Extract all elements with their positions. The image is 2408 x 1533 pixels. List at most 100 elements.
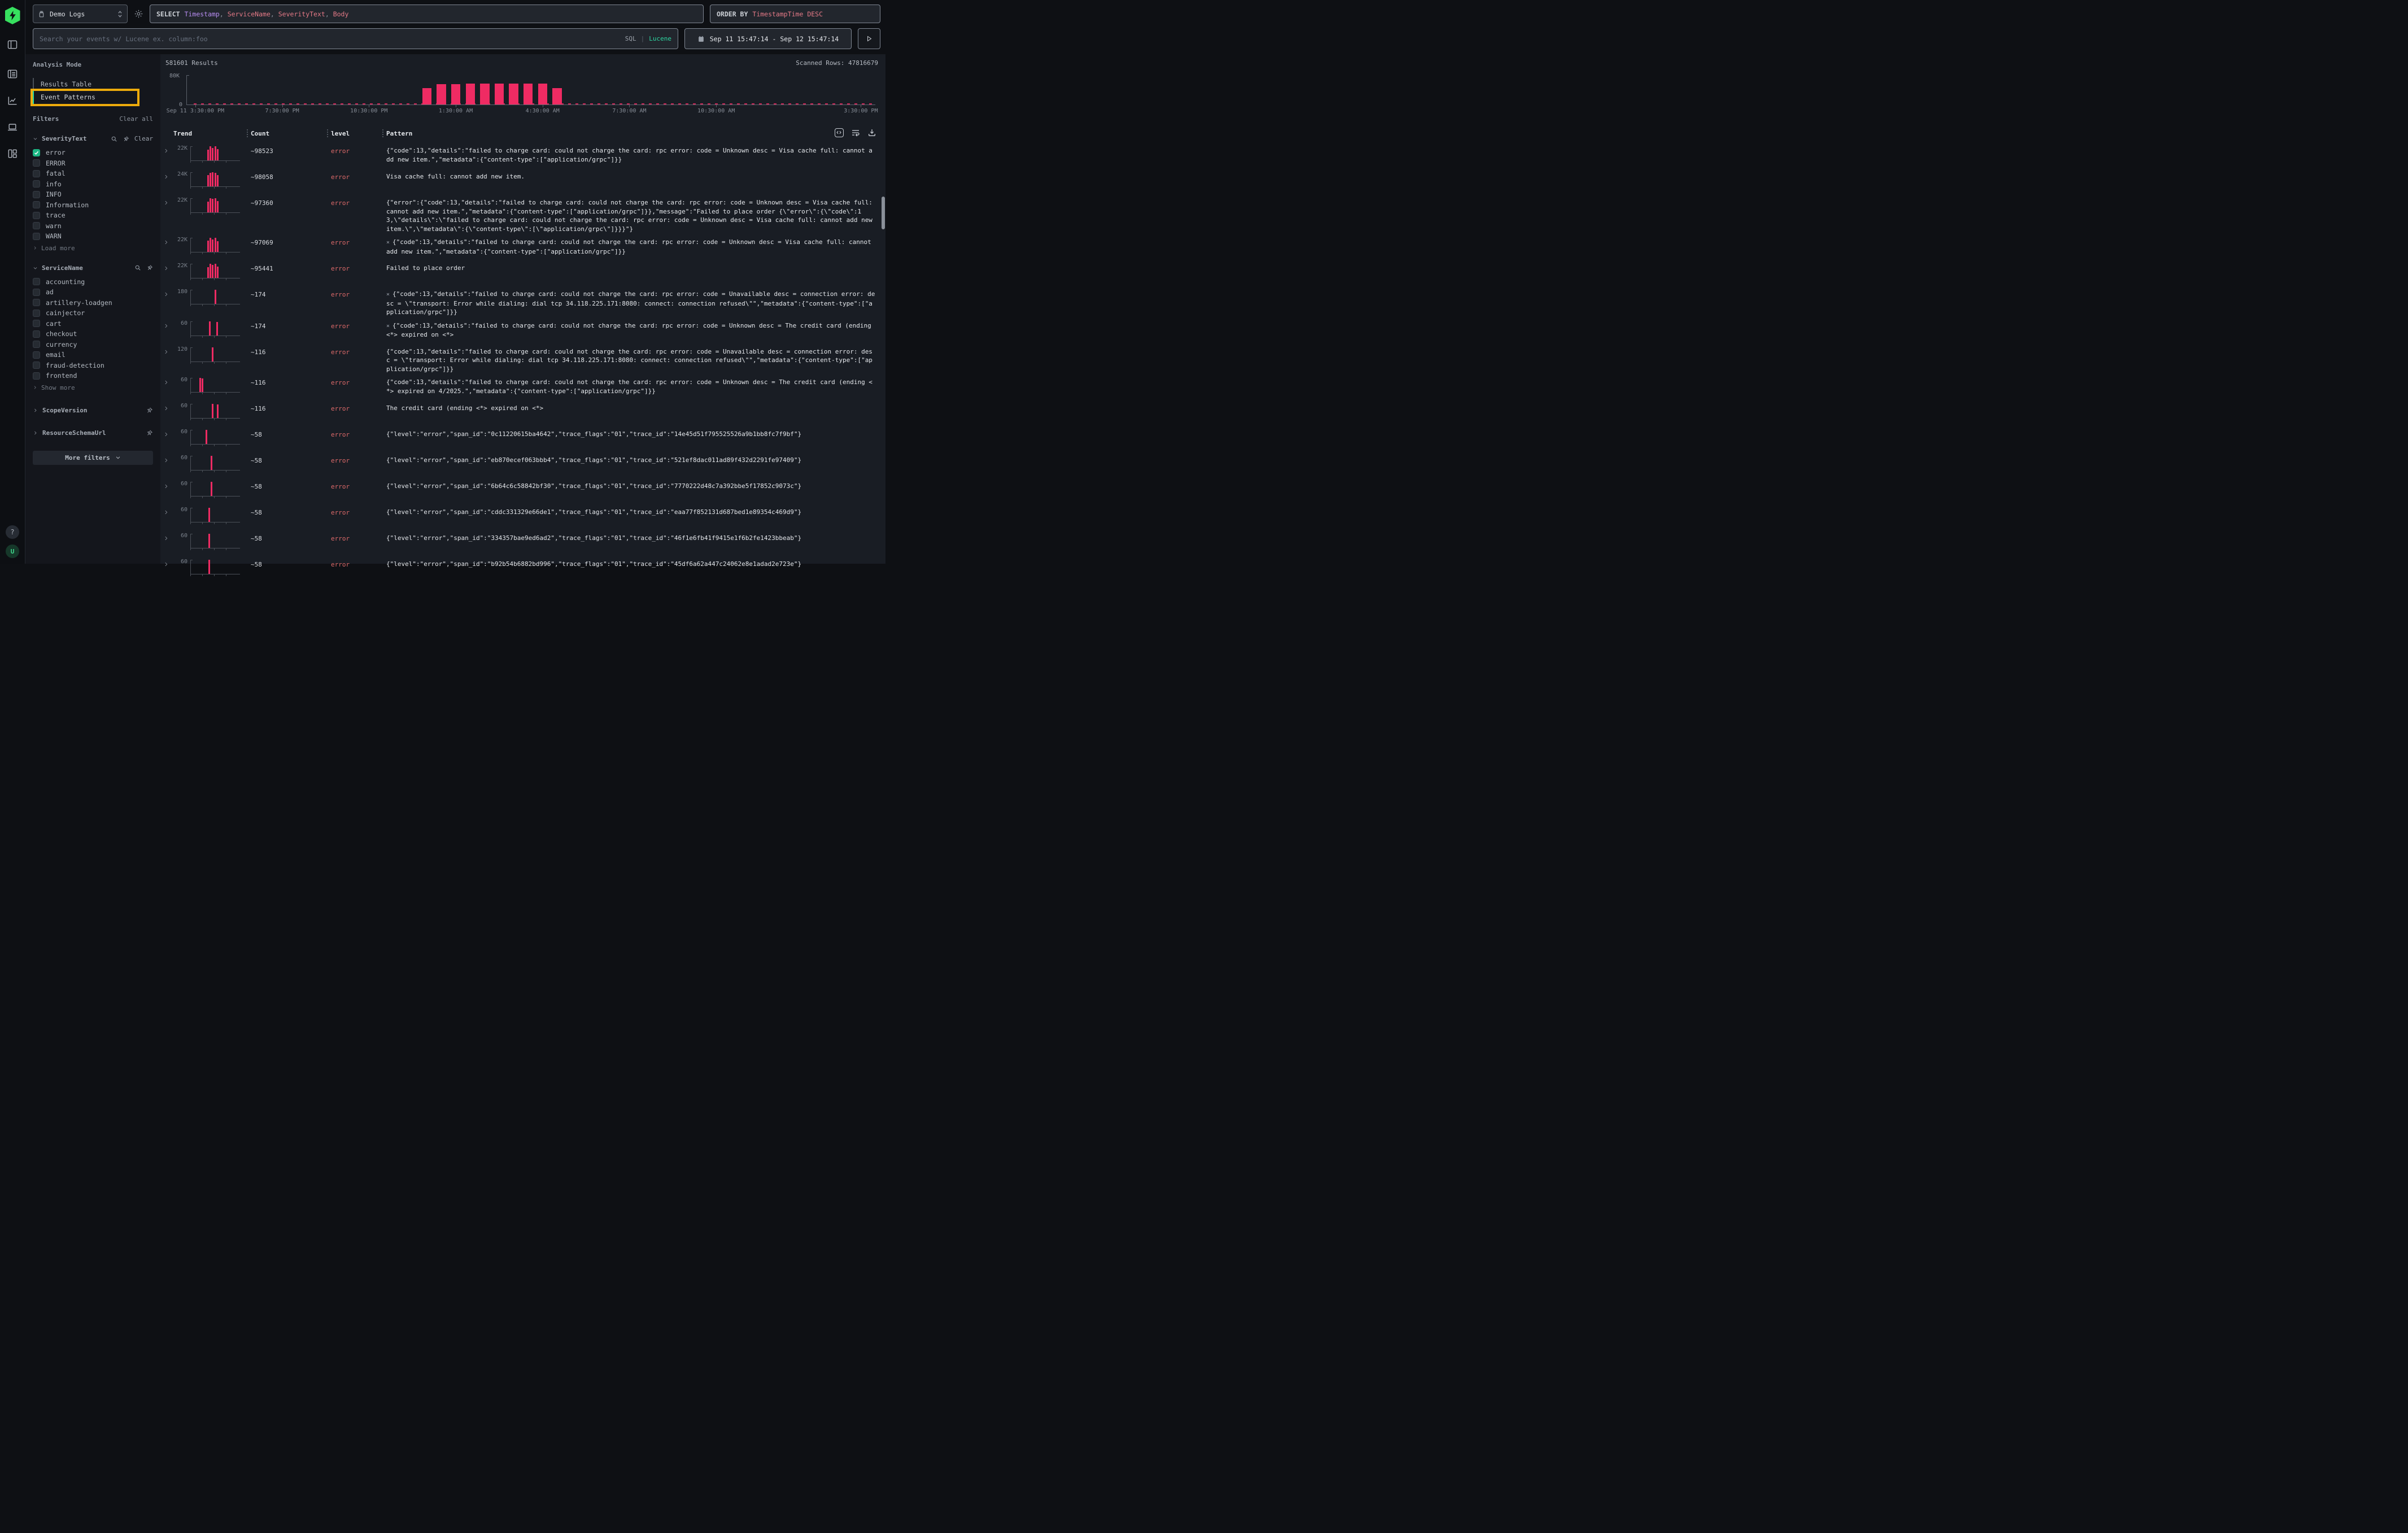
row-expand-chevron-icon[interactable] — [163, 144, 173, 154]
pattern-row[interactable]: 60~58error{"level":"error","span_id":"6b… — [163, 477, 880, 503]
dashboards-icon[interactable] — [7, 148, 18, 159]
filter-clear-button[interactable]: Clear — [134, 135, 153, 142]
pattern-row[interactable]: 24K~98058errorVisa cache full: cannot ad… — [163, 168, 880, 194]
sidebar-toggle-icon[interactable] — [7, 39, 18, 50]
checkbox[interactable] — [33, 372, 40, 380]
row-expand-chevron-icon[interactable] — [163, 345, 173, 355]
filter-option[interactable]: accounting — [33, 277, 153, 288]
pattern-row[interactable]: 22K~98523error{"code":13,"details":"fail… — [163, 142, 880, 168]
filter-option[interactable]: checkout — [33, 329, 153, 339]
help-button[interactable]: ? — [6, 525, 19, 539]
sql-select-editor[interactable]: SELECT Timestamp, ServiceName, SeverityT… — [150, 5, 704, 23]
severitytext-group-header[interactable]: SeverityText Clear — [33, 135, 153, 142]
pattern-row[interactable]: 60~58error{"level":"error","span_id":"eb… — [163, 451, 880, 477]
filter-option[interactable]: error — [33, 147, 153, 158]
filter-pin-icon[interactable] — [146, 407, 153, 414]
filter-pin-icon[interactable] — [146, 429, 153, 437]
more-filters-button[interactable]: More filters — [33, 451, 153, 465]
checkbox[interactable] — [33, 180, 40, 188]
analysis-mode-event-patterns[interactable]: Event Patterns — [33, 91, 137, 104]
checkbox[interactable] — [33, 170, 40, 177]
row-expand-chevron-icon[interactable] — [163, 506, 173, 515]
filter-pin-icon[interactable] — [146, 264, 153, 271]
filter-option[interactable]: fatal — [33, 168, 153, 179]
pattern-row[interactable]: 60~116errorThe credit card (ending <*> e… — [163, 399, 880, 425]
load-more-button[interactable]: Load more — [33, 245, 153, 252]
filter-option[interactable]: Information — [33, 200, 153, 211]
checkbox[interactable] — [33, 320, 40, 327]
clear-all-filters-button[interactable]: Clear all — [119, 115, 153, 123]
lucene-mode-option[interactable]: Lucene — [649, 35, 671, 42]
row-expand-chevron-icon[interactable] — [163, 480, 173, 489]
column-header-count[interactable]: Count — [251, 130, 331, 137]
filter-option[interactable]: artillery-loadgen — [33, 298, 153, 308]
row-expand-chevron-icon[interactable] — [163, 402, 173, 411]
pattern-row[interactable]: 60~116error{"code":13,"details":"failed … — [163, 373, 880, 399]
filter-option[interactable]: trace — [33, 210, 153, 221]
app-logo-icon[interactable] — [5, 7, 20, 24]
filter-pin-icon[interactable] — [123, 136, 129, 142]
pattern-row[interactable]: 60~174error×{"code":13,"details":"failed… — [163, 317, 880, 343]
filter-option[interactable]: email — [33, 350, 153, 360]
column-resize-handle[interactable] — [247, 129, 248, 137]
checkbox[interactable] — [33, 351, 40, 359]
checkbox[interactable] — [33, 212, 40, 219]
filter-option[interactable]: cart — [33, 319, 153, 329]
checkbox[interactable] — [33, 310, 40, 317]
scopeversion-group-header[interactable]: ScopeVersion — [33, 407, 153, 414]
filter-option[interactable]: currency — [33, 339, 153, 350]
query-language-toggle[interactable]: SQL | Lucene — [625, 35, 671, 42]
row-expand-chevron-icon[interactable] — [163, 262, 173, 271]
user-avatar[interactable]: U — [6, 545, 19, 558]
checkbox[interactable] — [33, 191, 40, 198]
sql-mode-option[interactable]: SQL — [625, 35, 636, 42]
filter-search-icon[interactable] — [111, 136, 117, 142]
pattern-row[interactable]: 120~116error{"code":13,"details":"failed… — [163, 343, 880, 374]
download-icon[interactable] — [867, 128, 876, 137]
filter-option[interactable]: ad — [33, 287, 153, 298]
row-expand-chevron-icon[interactable] — [163, 454, 173, 463]
source-select[interactable]: Demo Logs — [33, 5, 128, 23]
filter-option[interactable]: warn — [33, 221, 153, 232]
checkbox[interactable] — [33, 330, 40, 338]
checkbox[interactable] — [33, 299, 40, 306]
filter-option[interactable]: frontend — [33, 371, 153, 381]
row-expand-chevron-icon[interactable] — [163, 319, 173, 329]
checkbox[interactable] — [33, 341, 40, 348]
pattern-row[interactable]: 180~174error×{"code":13,"details":"faile… — [163, 285, 880, 317]
column-resize-handle[interactable] — [327, 129, 328, 137]
row-expand-chevron-icon[interactable] — [163, 532, 173, 541]
order-by-editor[interactable]: ORDER BY TimestampTime DESC — [710, 5, 880, 23]
wrap-lines-icon[interactable] — [851, 128, 860, 137]
checkbox[interactable] — [33, 362, 40, 369]
show-more-button[interactable]: Show more — [33, 384, 153, 391]
row-expand-chevron-icon[interactable] — [163, 376, 173, 385]
column-header-trend[interactable]: Trend — [173, 130, 251, 137]
view-source-icon[interactable] — [835, 128, 844, 137]
search-logs-icon[interactable] — [7, 68, 18, 80]
checkbox[interactable] — [33, 289, 40, 296]
chart-explorer-icon[interactable] — [7, 95, 18, 106]
date-range-picker[interactable]: Sep 11 15:47:14 - Sep 12 15:47:14 — [684, 28, 852, 49]
pattern-row[interactable]: 60~58error{"level":"error","span_id":"cd… — [163, 503, 880, 529]
vertical-scrollbar[interactable] — [882, 197, 885, 229]
checkbox[interactable] — [33, 278, 40, 285]
sessions-icon[interactable] — [7, 121, 18, 133]
filter-option[interactable]: ERROR — [33, 158, 153, 169]
pattern-row[interactable]: 60~58error{"level":"error","span_id":"0c… — [163, 425, 880, 451]
run-query-button[interactable] — [858, 28, 880, 49]
column-header-level[interactable]: level — [331, 130, 386, 137]
analysis-mode-results-table[interactable]: Results Table — [33, 78, 137, 91]
pattern-row[interactable]: 60~58error{"level":"error","span_id":"b9… — [163, 555, 880, 581]
checkbox[interactable] — [33, 159, 40, 167]
row-expand-chevron-icon[interactable] — [163, 236, 173, 245]
row-expand-chevron-icon[interactable] — [163, 428, 173, 437]
checkbox-checked[interactable] — [33, 149, 40, 156]
pattern-row[interactable]: 22K~95441errorFailed to place order — [163, 259, 880, 285]
servicename-group-header[interactable]: ServiceName — [33, 264, 153, 272]
checkbox[interactable] — [33, 201, 40, 208]
results-histogram[interactable]: 80K 0 Sep 11 3:30:00 PM7:30:00 PM10:30:0… — [186, 75, 875, 105]
pattern-row[interactable]: 22K~97069error×{"code":13,"details":"fai… — [163, 233, 880, 259]
pattern-row[interactable]: 22K~97360error{"error":{"code":13,"detai… — [163, 194, 880, 233]
row-expand-chevron-icon[interactable] — [163, 196, 173, 206]
